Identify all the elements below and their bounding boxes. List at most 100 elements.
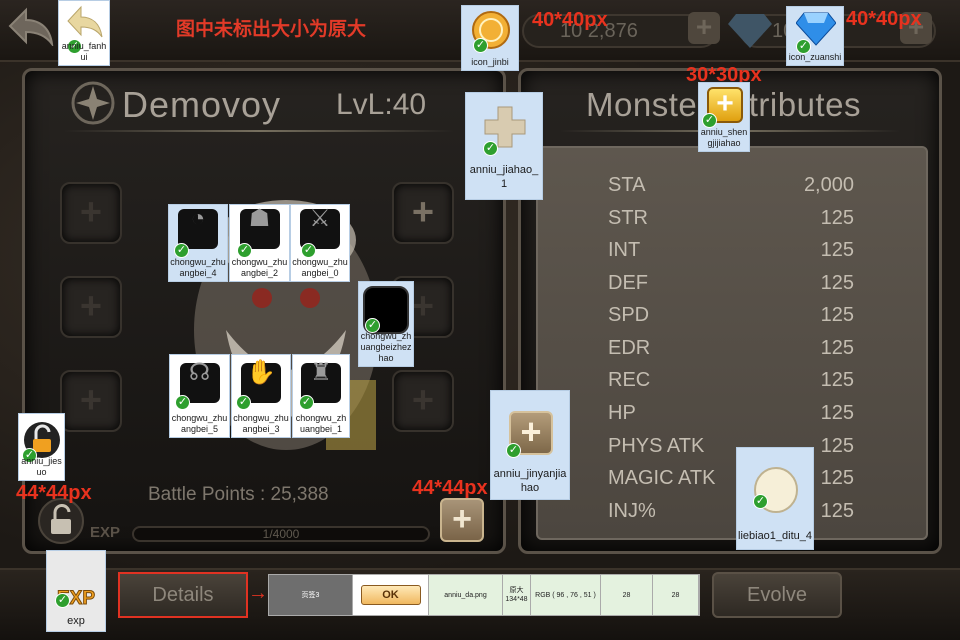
attr-row: INJ% 125: [608, 500, 854, 532]
attr-key: STR: [608, 207, 648, 229]
attr-value: 125: [820, 304, 854, 326]
attr-value: 125: [820, 239, 854, 261]
check-icon: ✓: [483, 141, 498, 156]
size-label-lock: 44*44px: [16, 482, 92, 504]
equip-slot[interactable]: +: [60, 276, 122, 338]
equip-slot[interactable]: +: [392, 182, 454, 244]
spec-value: 28: [653, 575, 699, 615]
asset-name: chongwu_zhuangbei_2: [231, 257, 288, 278]
spec-table: 页签3 OK anniu_da.png 原大 134*48 RGB ( 96 ,…: [268, 574, 700, 616]
attr-key: INJ%: [608, 500, 656, 522]
attr-row: EDR 125: [608, 337, 854, 369]
asset-name: anniu_fanhui: [61, 41, 107, 62]
attr-row: REC 125: [608, 369, 854, 401]
exp-text: 1/4000: [262, 527, 300, 541]
check-icon: ✓: [55, 593, 70, 608]
back-arrow-icon[interactable]: [8, 6, 54, 48]
attr-value: 125: [820, 500, 854, 522]
asset-name: anniu_shengjijiahao: [700, 127, 748, 148]
asset-tile-equip-1: ♜ ✓ chongwu_zhuangbei_1: [292, 354, 350, 438]
plus-icon: +: [411, 285, 435, 328]
asset-tile-equip-0: ⚔ ✓ chongwu_zhuangbei_0: [290, 204, 350, 282]
asset-tile-equip-frame: ✓ chongwu_zhuangbeizhezhao: [358, 281, 414, 367]
attr-row: STR 125: [608, 207, 854, 239]
attr-key: DEF: [608, 272, 648, 294]
size-label-plus-big: 44*44px: [412, 477, 488, 499]
spec-file: anniu_da.png: [429, 575, 503, 615]
equip-slot[interactable]: +: [60, 370, 122, 432]
plus-icon: +: [411, 191, 435, 234]
size-notice: 图中未标出大小为原大: [176, 19, 367, 40]
spec-rgb: RGB ( 96 , 76 , 51 ): [531, 575, 601, 615]
asset-name: chongwu_zhuangbei_0: [292, 257, 348, 278]
asset-name: chongwu_zhuangbei_4: [170, 257, 226, 278]
exp-add-button[interactable]: +: [440, 498, 484, 542]
attr-row: STA 2,000: [608, 174, 854, 206]
asset-name: exp: [67, 615, 85, 627]
attr-row: MAGIC ATK 125: [608, 467, 854, 499]
asset-name: anniu_jiesuo: [21, 456, 62, 477]
compass-emblem-icon: [70, 80, 116, 126]
equip-slot[interactable]: +: [60, 182, 122, 244]
attr-value: 125: [820, 402, 854, 424]
attr-value: 125: [820, 467, 854, 489]
attr-row: PHYS ATK 125: [608, 435, 854, 467]
arrow-annotation: →: [248, 582, 268, 604]
asset-tile-gem: ✓ icon_zuanshi: [786, 6, 844, 66]
attr-value: 125: [820, 337, 854, 359]
check-icon: ✓: [299, 395, 314, 410]
check-icon: ✓: [237, 243, 252, 258]
check-icon: ✓: [174, 243, 189, 258]
asset-tile-map-circle: ✓ liebiao1_ditu_4: [736, 447, 814, 550]
plus-icon: +: [411, 379, 435, 422]
asset-name: chongwu_zhuangbei_1: [295, 413, 347, 434]
asset-name: anniu_jinyanjiahao: [493, 468, 567, 494]
attr-row: INT 125: [608, 239, 854, 271]
plus-icon: +: [79, 285, 103, 328]
check-icon: ✓: [175, 395, 190, 410]
asset-tile-lock: ✓ anniu_jiesuo: [18, 413, 65, 481]
attr-key: REC: [608, 369, 651, 391]
spec-value: 28: [601, 575, 653, 615]
gem-bg-icon: [728, 10, 772, 50]
attr-value: 2,000: [803, 174, 854, 196]
asset-tile-equip-5: ☊ ✓ chongwu_zhuangbei_5: [169, 354, 230, 438]
check-icon: ✓: [236, 395, 251, 410]
battle-points: Battle Points : 25,388: [148, 484, 329, 505]
exp-label: EXP: [90, 524, 121, 541]
attr-value: 125: [820, 369, 854, 391]
attr-key: MAGIC ATK: [608, 467, 716, 489]
asset-name: chongwu_zhuangbei_5: [171, 413, 228, 434]
attr-value: 125: [820, 272, 854, 294]
plus-icon: +: [79, 379, 103, 422]
size-label-coin: 40*40px: [532, 9, 608, 31]
attr-row: SPD 125: [608, 304, 854, 336]
check-icon: ✓: [473, 38, 488, 53]
monster-name: Demovoy: [122, 84, 282, 125]
asset-tile-equip-3: ✋ ✓ chongwu_zhuangbei_3: [231, 354, 291, 438]
spec-tab: 页签3: [269, 575, 353, 615]
monster-level: LvL:40: [336, 88, 427, 121]
exp-progress-bar: 1/4000: [132, 526, 430, 542]
asset-tile-exp-badge: EXP ✓ exp: [46, 550, 106, 632]
size-label-gem: 40*40px: [846, 8, 922, 30]
attr-key: INT: [608, 239, 641, 261]
attr-row: HP 125: [608, 402, 854, 434]
spec-ok-cell: OK: [353, 575, 429, 615]
attr-key: STA: [608, 174, 646, 196]
asset-name: icon_jinbi: [471, 57, 509, 67]
ok-button[interactable]: OK: [360, 585, 421, 605]
asset-tile-plus-exp: + ✓ anniu_jinyanjiahao: [490, 390, 570, 500]
attr-row: DEF 125: [608, 272, 854, 304]
check-icon: ✓: [506, 443, 521, 458]
details-button[interactable]: Details: [118, 572, 248, 618]
asset-tile-equip-4: ◔ ✓ chongwu_zhuangbei_4: [168, 204, 228, 282]
equip-slot[interactable]: +: [392, 370, 454, 432]
evolve-button[interactable]: Evolve: [712, 572, 842, 618]
attr-value: 125: [820, 435, 854, 457]
asset-tile-plus-small: + ✓ anniu_shengjijiahao: [698, 82, 750, 152]
asset-tile-plus-panel: ✓ anniu_jiahao_1: [465, 92, 543, 200]
asset-name: icon_zuanshi: [788, 52, 842, 62]
check-icon: ✓: [702, 113, 717, 128]
gold-add-icon[interactable]: +: [688, 12, 720, 44]
